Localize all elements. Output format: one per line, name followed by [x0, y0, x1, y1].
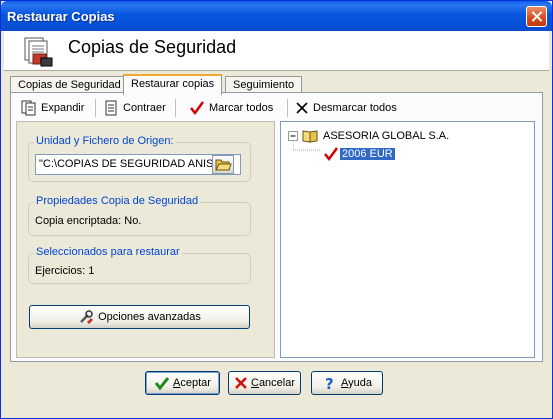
origin-group: Unidad y Fichero de Origen: "C:\COPIAS D…	[28, 135, 251, 182]
advanced-options-button[interactable]: Opciones avanzadas	[29, 305, 250, 329]
selection-group-label: Seleccionados para restaurar	[34, 246, 182, 258]
advanced-options-label: Opciones avanzadas	[98, 311, 201, 323]
collapse-button[interactable]: Contraer	[103, 97, 166, 119]
cross-icon	[296, 102, 308, 114]
tab-restaurar-copias[interactable]: Restaurar copias	[123, 74, 223, 95]
restore-options-panel: Unidad y Fichero de Origen: "C:\COPIAS D…	[16, 121, 275, 358]
accept-button[interactable]: Aceptar	[145, 371, 220, 395]
exercises-label: Ejercicios:	[35, 265, 86, 277]
svg-text:?: ?	[325, 375, 334, 391]
checkmark-icon[interactable]	[323, 146, 339, 162]
browse-folder-button[interactable]	[212, 155, 234, 174]
green-check-icon	[154, 377, 170, 391]
close-button[interactable]	[526, 6, 547, 27]
toolbar-separator	[175, 99, 176, 117]
tree-child-node[interactable]: 2006 EUR	[323, 146, 395, 162]
tools-icon	[80, 310, 94, 324]
backup-tree[interactable]: ASESORIA GLOBAL S.A. 2006 EUR	[280, 121, 535, 358]
title-bar[interactable]: Restaurar Copias	[1, 1, 552, 31]
backup-documents-icon	[24, 37, 53, 67]
toolbar: Expandir Contraer Marcar todos Desmarcar…	[15, 97, 535, 119]
page-title: Copias de Seguridad	[68, 37, 237, 57]
expand-icon	[21, 100, 36, 116]
expand-button[interactable]: Expandir	[21, 97, 84, 119]
encryption-value: No.	[124, 215, 142, 227]
cancel-button[interactable]: Cancelar	[228, 371, 301, 395]
help-label: Ayuda	[341, 377, 372, 389]
dialog-window: Restaurar Copias Copias de Seguridad Cop…	[0, 0, 553, 419]
open-folder-icon	[215, 159, 232, 171]
collapse-icon	[105, 100, 117, 116]
check-all-button[interactable]: Marcar todos	[189, 97, 273, 119]
checkmark-icon	[190, 101, 205, 116]
red-cross-icon	[235, 377, 247, 389]
toolbar-separator	[95, 99, 96, 117]
dialog-header: Copias de Seguridad	[4, 31, 549, 71]
selection-group: Seleccionados para restaurar Ejercicios:…	[28, 246, 251, 284]
tree-connector-lines	[293, 140, 321, 151]
check-all-label: Marcar todos	[209, 102, 274, 114]
tree-child-label: 2006 EUR	[340, 148, 395, 160]
origin-path-field[interactable]: "C:\COPIAS DE SEGURIDAD ANISO	[35, 154, 241, 175]
toolbar-separator	[287, 99, 288, 117]
exercises-value: 1	[88, 265, 95, 277]
origin-group-label: Unidad y Fichero de Origen:	[34, 135, 176, 147]
exercises-count: Ejercicios: 1	[35, 265, 94, 277]
cancel-label: Cancelar	[250, 377, 296, 389]
expand-label: Expandir	[41, 102, 85, 114]
help-button[interactable]: ? Ayuda	[311, 371, 383, 395]
tree-root-label: ASESORIA GLOBAL S.A.	[323, 130, 450, 142]
uncheck-all-button[interactable]: Desmarcar todos	[295, 97, 397, 119]
encryption-status: Copia encriptada: No.	[35, 215, 141, 227]
properties-group: Propiedades Copia de Seguridad Copia enc…	[28, 195, 251, 236]
properties-group-label: Propiedades Copia de Seguridad	[34, 195, 201, 207]
accept-label: Aceptar	[173, 377, 211, 389]
window-title: Restaurar Copias	[7, 9, 115, 24]
collapse-label: Contraer	[123, 102, 166, 114]
help-icon: ?	[325, 375, 334, 391]
encryption-label: Copia encriptada:	[35, 215, 122, 227]
uncheck-all-label: Desmarcar todos	[313, 102, 397, 114]
